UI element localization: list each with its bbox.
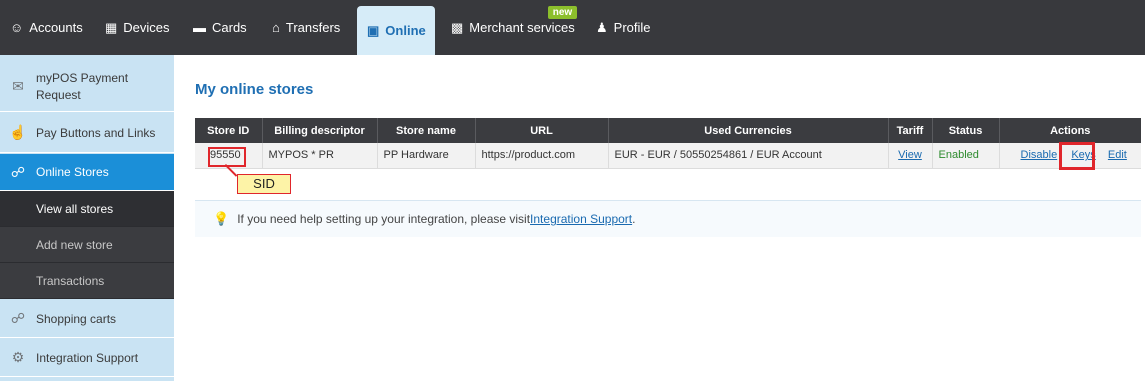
person-icon: ♟: [596, 20, 608, 35]
users-icon: ☺: [10, 20, 24, 35]
sidebar-item-payment-request[interactable]: ✉ myPOS Payment Request: [0, 62, 174, 112]
envelope-icon: ✉: [12, 78, 24, 94]
pos-terminal-icon: ▦: [105, 20, 118, 35]
gear-search-icon: ⚙: [11, 349, 25, 365]
disable-link[interactable]: Disable: [1021, 149, 1058, 161]
nav-profile[interactable]: ♟ Profile: [596, 0, 651, 55]
help-notice: 💡 If you need help setting up your integ…: [195, 200, 1141, 237]
table-header-row: Store ID Billing descriptor Store name U…: [195, 118, 1141, 143]
nav-label: Cards: [212, 20, 247, 35]
col-url: URL: [475, 118, 609, 143]
nav-devices[interactable]: ▦ Devices: [105, 0, 170, 55]
nav-cards[interactable]: ▬ Cards: [193, 0, 247, 55]
cell-billing-descriptor: MYPOS * PR: [262, 143, 378, 169]
nav-label: Profile: [613, 20, 651, 35]
nav-online[interactable]: ▣ Online: [357, 6, 435, 55]
col-actions: Actions: [999, 118, 1141, 143]
tariff-view-link[interactable]: View: [898, 149, 922, 161]
help-text: If you need help setting up your integra…: [237, 212, 531, 226]
sidebar-sub-add-new-store[interactable]: Add new store: [0, 227, 174, 263]
lightbulb-icon: 💡: [213, 211, 230, 226]
edit-link[interactable]: Edit: [1108, 149, 1127, 161]
hand-pointer-icon: ☝: [9, 124, 27, 140]
sidebar-item-label: Shopping carts: [36, 311, 117, 326]
col-store-id: Store ID: [195, 118, 263, 143]
nav-accounts[interactable]: ☺ Accounts: [10, 0, 83, 55]
sidebar-sub-label: Transactions: [36, 273, 105, 288]
sidebar-sub-transactions[interactable]: Transactions: [0, 263, 174, 299]
sid-annotation-label: SID: [237, 174, 291, 194]
integration-support-link[interactable]: Integration Support: [530, 212, 632, 226]
cart-icon: ☍: [10, 163, 26, 180]
store-id-highlight: [208, 147, 246, 167]
col-used-currencies: Used Currencies: [608, 118, 889, 143]
cell-used-currencies: EUR - EUR / 50550254861 / EUR Account: [608, 143, 889, 169]
sidebar-sub-view-all-stores[interactable]: View all stores: [0, 191, 174, 227]
sidebar-item-label: myPOS Payment Request: [36, 70, 129, 102]
nav-transfers[interactable]: ⌂ Transfers: [272, 0, 340, 55]
bank-icon: ⌂: [272, 20, 280, 35]
sidebar: ✉ myPOS Payment Request ☝ Pay Buttons an…: [0, 55, 174, 381]
page-title: My online stores: [195, 81, 314, 98]
help-suffix: .: [632, 212, 636, 226]
sidebar-sub-label: Add new store: [36, 237, 113, 252]
cell-url: https://product.com: [475, 143, 609, 169]
cell-status: Enabled: [932, 143, 1000, 169]
nav-label: Merchant services: [469, 20, 575, 35]
top-navigation: ☺ Accounts ▦ Devices ▬ Cards ⌂ Transfers…: [0, 0, 1145, 55]
col-tariff: Tariff: [888, 118, 933, 143]
col-store-name: Store name: [377, 118, 476, 143]
table-row: 95550 MYPOS * PR PP Hardware https://pro…: [195, 143, 1141, 169]
store-icon: ▩: [451, 20, 464, 35]
cell-tariff: View: [888, 143, 933, 169]
status-badge: Enabled: [938, 149, 979, 162]
sidebar-item-shopping-carts[interactable]: ☍ Shopping carts: [0, 300, 174, 338]
col-billing-descriptor: Billing descriptor: [262, 118, 378, 143]
sidebar-item-label: Integration Support: [36, 350, 139, 365]
nav-label: Transfers: [285, 20, 341, 35]
sidebar-item-online-stores[interactable]: ☍ Online Stores: [0, 154, 174, 191]
nav-label: Accounts: [29, 20, 83, 35]
sidebar-item-integration-support[interactable]: ⚙ Integration Support: [0, 339, 174, 377]
cart-icon: ☍: [10, 310, 26, 326]
new-badge: new: [548, 6, 577, 19]
monitor-icon: ▣: [367, 23, 380, 38]
sidebar-item-label: Online Stores: [36, 165, 109, 179]
sidebar-item-label: Pay Buttons and Links: [36, 125, 156, 140]
card-icon: ▬: [193, 20, 206, 35]
nav-label: Online: [385, 23, 426, 38]
keys-highlight: [1059, 142, 1095, 170]
sidebar-sub-label: View all stores: [36, 201, 114, 216]
sidebar-item-pay-buttons[interactable]: ☝ Pay Buttons and Links: [0, 113, 174, 153]
cell-store-name: PP Hardware: [377, 143, 476, 169]
stores-table: Store ID Billing descriptor Store name U…: [195, 118, 1141, 169]
col-status: Status: [932, 118, 1000, 143]
nav-label: Devices: [123, 20, 170, 35]
